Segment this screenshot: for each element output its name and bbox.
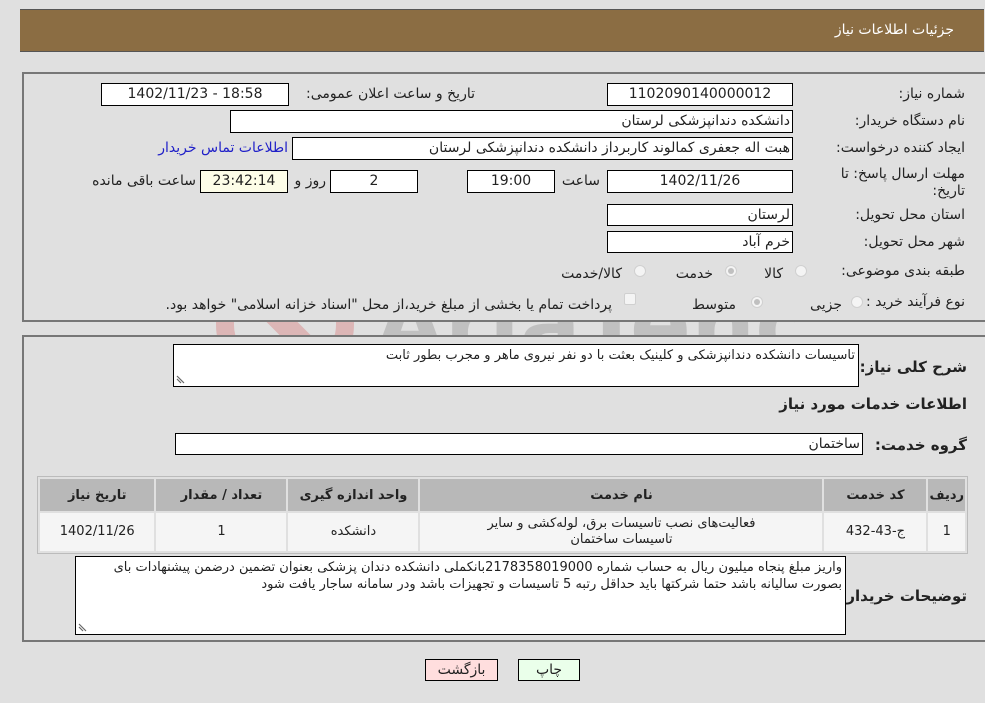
cell-quantity: 1 — [154, 511, 289, 553]
time-remaining-field: 23:42:14 — [200, 170, 288, 193]
need-number-field[interactable]: 1102090140000012 — [607, 83, 793, 106]
days-remaining-field[interactable]: 2 — [330, 170, 418, 193]
purchase-type-option-medium: متوسط — [692, 297, 736, 313]
resize-grip-icon[interactable] — [78, 622, 88, 632]
category-radio-goods-service[interactable] — [634, 265, 646, 277]
need-number-label: شماره نیاز: — [898, 86, 966, 102]
deadline-label-line1: مهلت ارسال پاسخ: تا — [840, 166, 965, 182]
page-title: جزئیات اطلاعات نیاز — [834, 22, 954, 38]
requester-label: ایجاد کننده درخواست: — [836, 140, 965, 156]
cell-unit: دانشکده — [286, 511, 421, 553]
deadline-label-line2: تاریخ: — [932, 183, 965, 199]
buyer-notes-text: واریز مبلغ پنجاه میلیون ریال به حساب شما… — [113, 560, 842, 592]
requester-field[interactable]: هبت اله جعفری کمالوند کاربرداز دانشکده د… — [292, 137, 793, 160]
col-header-need-date: تاریخ نیاز — [37, 477, 157, 513]
print-button[interactable]: چاپ — [518, 659, 580, 681]
col-header-service-code: کد خدمت — [822, 477, 929, 513]
buyer-notes-label: توضیحات خریدار: — [840, 587, 967, 605]
category-label: طبقه بندی موضوعی: — [841, 263, 965, 279]
days-label: روز و — [294, 173, 327, 189]
services-section-title: اطلاعات خدمات مورد نیاز — [779, 395, 967, 413]
cell-need-date: 1402/11/26 — [37, 511, 157, 553]
description-textarea[interactable]: تاسیسات دانشکده دندانپزشکی و کلینیک بعثت… — [173, 344, 859, 387]
col-header-quantity: تعداد / مقدار — [154, 477, 289, 513]
deadline-time-field[interactable]: 19:00 — [467, 170, 555, 193]
col-header-service-name: نام خدمت — [418, 477, 825, 513]
province-field[interactable]: لرستان — [607, 204, 793, 226]
services-table-wrapper: ردیف کد خدمت نام خدمت واحد اندازه گیری ت… — [37, 476, 968, 554]
purchase-type-radio-minor[interactable] — [851, 296, 863, 308]
category-option-service: خدمت — [675, 266, 713, 282]
cell-row-number: 1 — [926, 511, 967, 553]
deadline-date-field[interactable]: 1402/11/26 — [607, 170, 793, 193]
buyer-notes-textarea[interactable]: واریز مبلغ پنجاه میلیون ریال به حساب شما… — [75, 556, 846, 635]
services-table: ردیف کد خدمت نام خدمت واحد اندازه گیری ت… — [37, 477, 967, 553]
cell-service-code: ج-43-432 — [822, 511, 929, 553]
service-group-field[interactable]: ساختمان — [175, 433, 863, 455]
col-header-row-number: ردیف — [926, 477, 967, 513]
city-label: شهر محل تحویل: — [863, 234, 965, 250]
description-label: شرح کلی نیاز: — [859, 358, 967, 376]
category-radio-service[interactable] — [725, 265, 737, 277]
category-radio-goods[interactable] — [795, 265, 807, 277]
table-row: 1 ج-43-432 فعالیت‌های نصب تاسیسات برق، ل… — [37, 511, 967, 553]
buyer-contact-link[interactable]: اطلاعات تماس خریدار — [158, 140, 288, 156]
back-button[interactable]: بازگشت — [425, 659, 498, 681]
cell-service-name: فعالیت‌های نصب تاسیسات برق، لوله‌کشی و س… — [418, 511, 825, 553]
description-text: تاسیسات دانشکده دندانپزشکی و کلینیک بعثت… — [385, 348, 855, 363]
time-remaining-label: ساعت باقی مانده — [92, 173, 196, 189]
announce-datetime-field[interactable]: 1402/11/23 - 18:58 — [101, 83, 289, 106]
announce-datetime-label: تاریخ و ساعت اعلان عمومی: — [306, 86, 475, 102]
table-header-row: ردیف کد خدمت نام خدمت واحد اندازه گیری ت… — [37, 477, 967, 513]
buyer-org-label: نام دستگاه خریدار: — [854, 113, 965, 129]
province-label: استان محل تحویل: — [855, 207, 965, 223]
treasury-note: پرداخت تمام یا بخشی از مبلغ خرید،از محل … — [165, 297, 612, 313]
treasury-checkbox[interactable] — [624, 293, 636, 305]
col-header-unit: واحد اندازه گیری — [286, 477, 421, 513]
service-group-label: گروه خدمت: — [874, 436, 967, 454]
purchase-type-radio-medium[interactable] — [751, 296, 763, 308]
category-option-goods-service: کالا/خدمت — [561, 266, 622, 282]
page-header: جزئیات اطلاعات نیاز — [20, 9, 984, 52]
deadline-time-label: ساعت — [561, 173, 600, 189]
buyer-org-field[interactable]: دانشکده دندانپزشکی لرستان — [230, 110, 793, 133]
purchase-type-option-minor: جزیی — [810, 297, 842, 313]
purchase-type-label: نوع فرآیند خرید : — [866, 294, 965, 310]
resize-grip-icon[interactable] — [176, 374, 186, 384]
city-field[interactable]: خرم آباد — [607, 231, 793, 253]
category-option-goods: کالا — [764, 266, 783, 282]
